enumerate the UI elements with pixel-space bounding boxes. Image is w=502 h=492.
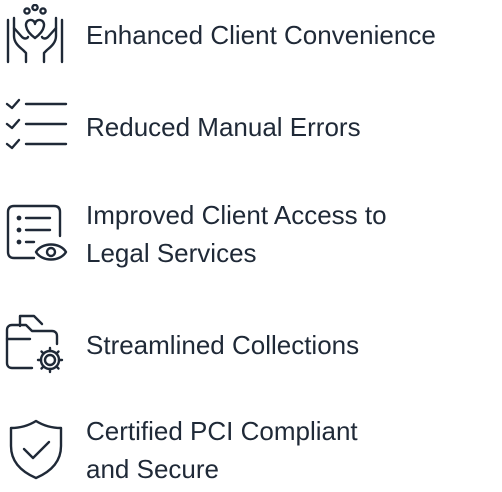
benefit-label-line: Certified PCI Compliant — [86, 416, 358, 446]
benefit-label: Improved Client Access to Legal Services — [86, 196, 387, 272]
shield-check-icon — [4, 418, 68, 482]
hands-heart-icon — [4, 4, 68, 68]
benefit-item-client-convenience: Enhanced Client Convenience — [0, 4, 502, 68]
benefit-label: Certified PCI Compliant and Secure — [86, 412, 358, 488]
benefit-label-line: Streamlined Collections — [86, 330, 360, 360]
benefit-label-line: Improved Client Access to — [86, 200, 387, 230]
benefit-item-pci-compliant: Certified PCI Compliant and Secure — [0, 412, 502, 492]
folder-gear-icon — [4, 312, 68, 376]
benefit-label: Enhanced Client Convenience — [86, 16, 436, 54]
benefit-item-reduced-errors: Reduced Manual Errors — [0, 94, 502, 158]
benefit-label-line: Enhanced Client Convenience — [86, 20, 436, 50]
benefit-item-client-access: Improved Client Access to Legal Services — [0, 196, 502, 276]
benefit-item-streamlined-collections: Streamlined Collections — [0, 312, 502, 376]
benefit-label-line: Legal Services — [86, 238, 257, 268]
benefit-label-line: and Secure — [86, 454, 219, 484]
list-eye-icon — [4, 202, 68, 266]
benefits-list: Enhanced Client Convenience Reduced Manu… — [0, 0, 502, 489]
benefit-label-line: Reduced Manual Errors — [86, 112, 361, 142]
checklist-icon — [4, 94, 68, 158]
benefit-label: Streamlined Collections — [86, 326, 359, 364]
benefit-label: Reduced Manual Errors — [86, 108, 361, 146]
